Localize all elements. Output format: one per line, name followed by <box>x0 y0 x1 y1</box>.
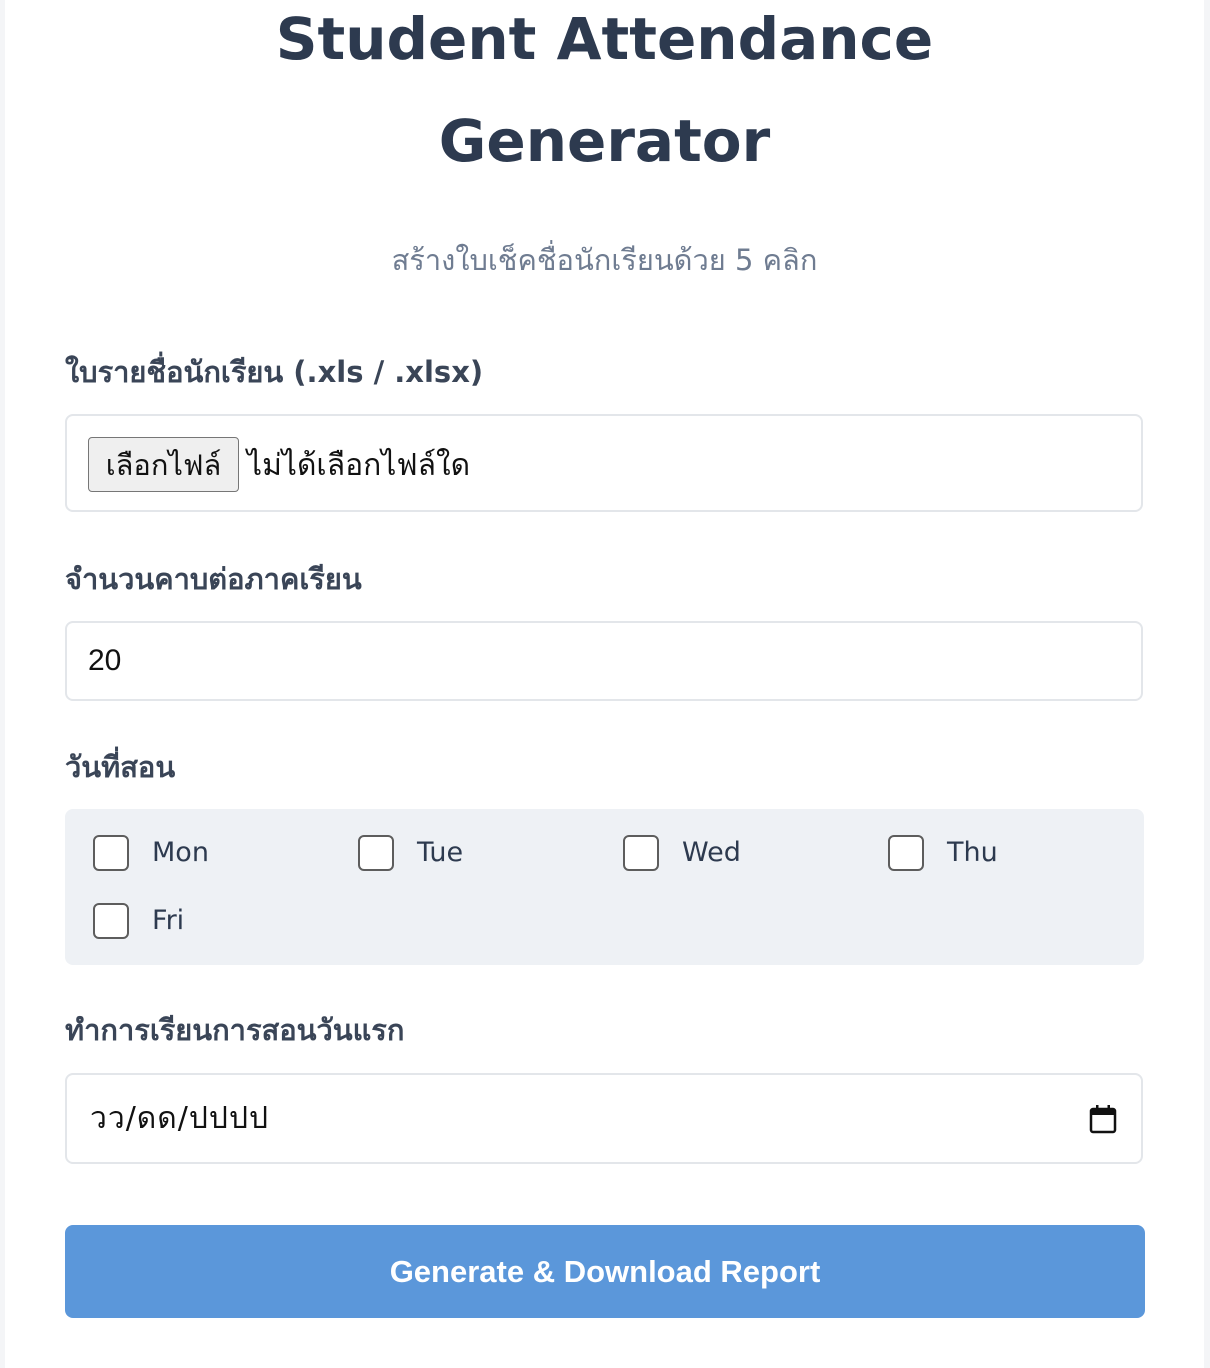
generate-download-button[interactable]: Generate & Download Report <box>65 1225 1145 1318</box>
start-date-field-label: ทำการเรียนการสอนวันแรก <box>65 1013 405 1047</box>
day-checkbox-mon[interactable] <box>93 835 129 871</box>
day-checkbox-thu[interactable] <box>888 835 924 871</box>
date-placeholder: วว/ดด/ปปปป <box>90 1101 270 1136</box>
choose-file-button[interactable]: เลือกไฟล์ <box>88 437 239 492</box>
days-checkbox-group: Mon Tue Wed Thu Fri <box>65 809 1144 965</box>
page-title: Student Attendance Generator <box>5 0 1204 192</box>
days-field-label: วันที่สอน <box>65 750 176 784</box>
file-upload-field: เลือกไฟล์ ไม่ได้เลือกไฟล์ใด <box>65 414 1143 512</box>
day-label-thu: Thu <box>947 837 998 868</box>
day-label-tue: Tue <box>417 837 464 868</box>
day-label-fri: Fri <box>152 905 185 936</box>
file-status-text: ไม่ได้เลือกไฟล์ใด <box>247 448 471 483</box>
calendar-icon[interactable] <box>1089 1104 1117 1134</box>
form-card: Student Attendance Generator สร้างใบเช็ค… <box>5 0 1204 1368</box>
periods-input[interactable] <box>65 621 1143 701</box>
page-title-line-1: Student Attendance <box>275 5 934 73</box>
file-field-label: ใบรายชื่อนักเรียน (.xls / .xlsx) <box>65 355 484 389</box>
day-checkbox-wed[interactable] <box>623 835 659 871</box>
day-checkbox-tue[interactable] <box>358 835 394 871</box>
page-subtitle: สร้างใบเช็คชื่อนักเรียนด้วย 5 คลิก <box>391 243 818 277</box>
periods-field-label: จำนวนคาบต่อภาคเรียน <box>65 562 362 596</box>
start-date-input[interactable]: วว/ดด/ปปปป <box>65 1073 1143 1164</box>
day-checkbox-fri[interactable] <box>93 903 129 939</box>
page-title-line-2: Generator <box>438 107 771 175</box>
day-label-mon: Mon <box>152 837 209 868</box>
day-label-wed: Wed <box>682 837 741 868</box>
